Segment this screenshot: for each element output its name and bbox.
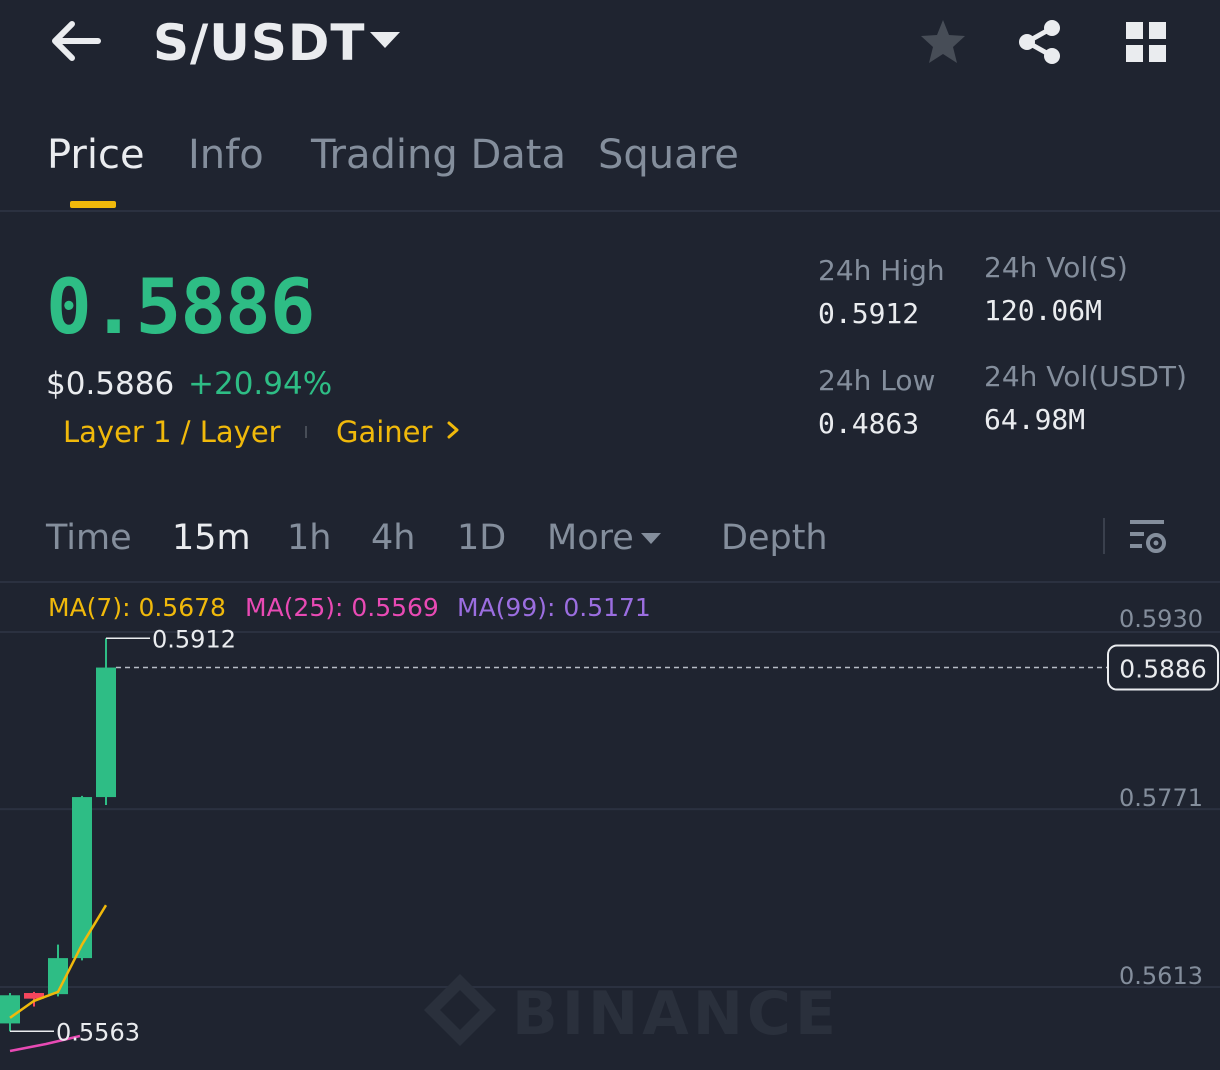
- change-percent: +20.94%: [188, 366, 333, 402]
- stat-label-24h-vol-quote: 24h Vol(USDT): [984, 360, 1187, 393]
- tag-separator: [305, 426, 307, 438]
- interval-15m[interactable]: 15m: [172, 518, 251, 558]
- y-tick-label: 0.5771: [1119, 784, 1203, 812]
- current-price-label: 0.5886: [1119, 655, 1206, 684]
- stat-label-24h-vol-base: 24h Vol(S): [984, 251, 1128, 284]
- interval-time[interactable]: Time: [46, 518, 132, 558]
- separator: [1103, 518, 1105, 554]
- share-icon[interactable]: [1014, 18, 1064, 66]
- candlestick-chart[interactable]: BINANCE 0.5930 0.5771 0.5613 0.5886 0.5912 0.…: [0, 584, 1220, 1070]
- trading-pair-title[interactable]: S/USDT: [153, 14, 366, 72]
- grid-icon[interactable]: [1124, 20, 1168, 64]
- watermark: BINANCE: [424, 974, 840, 1049]
- divider: [0, 210, 1220, 212]
- tag-layer[interactable]: Layer 1 / Layer: [63, 415, 281, 449]
- stat-value-24h-low: 0.4863: [818, 407, 920, 440]
- y-tick-label: 0.5613: [1119, 962, 1203, 990]
- chevron-down-icon[interactable]: [641, 533, 661, 544]
- star-icon[interactable]: [918, 18, 968, 66]
- stat-label-24h-low: 24h Low: [818, 364, 936, 397]
- tab-trading-data[interactable]: Trading Data: [311, 132, 566, 178]
- interval-1d[interactable]: 1D: [457, 518, 506, 558]
- watermark-text: BINANCE: [512, 979, 840, 1049]
- y-tick-label: 0.5930: [1119, 605, 1203, 633]
- interval-1h[interactable]: 1h: [287, 518, 331, 558]
- grid-layer: [0, 631, 1220, 988]
- stat-label-24h-high: 24h High: [818, 254, 945, 287]
- tab-info[interactable]: Info: [188, 132, 264, 178]
- low-marker-label: 0.5563: [56, 1018, 140, 1046]
- interval-4h[interactable]: 4h: [371, 518, 415, 558]
- last-price: 0.5886: [46, 262, 316, 351]
- chevron-right-icon[interactable]: [446, 420, 460, 440]
- high-marker-label: 0.5912: [152, 625, 236, 653]
- stat-value-24h-high: 0.5912: [818, 297, 920, 330]
- chevron-down-icon[interactable]: [370, 32, 400, 48]
- stat-value-24h-vol-quote: 64.98M: [984, 403, 1086, 436]
- watermark-logo-icon: [424, 974, 496, 1046]
- interval-more[interactable]: More: [547, 518, 634, 558]
- candle-body: [0, 995, 20, 1024]
- back-arrow-icon[interactable]: [48, 18, 102, 64]
- tag-gainer[interactable]: Gainer: [336, 415, 432, 449]
- divider: [0, 581, 1220, 583]
- tab-square[interactable]: Square: [598, 132, 739, 178]
- tab-price[interactable]: Price: [47, 132, 145, 178]
- candle-body: [96, 667, 116, 798]
- chart-settings-icon[interactable]: [1128, 516, 1168, 556]
- active-tab-indicator: [70, 201, 116, 208]
- candle-layer: [0, 638, 116, 1032]
- depth-tab[interactable]: Depth: [721, 518, 828, 558]
- stat-value-24h-vol-base: 120.06M: [984, 294, 1103, 327]
- usd-price: $0.5886: [46, 366, 175, 402]
